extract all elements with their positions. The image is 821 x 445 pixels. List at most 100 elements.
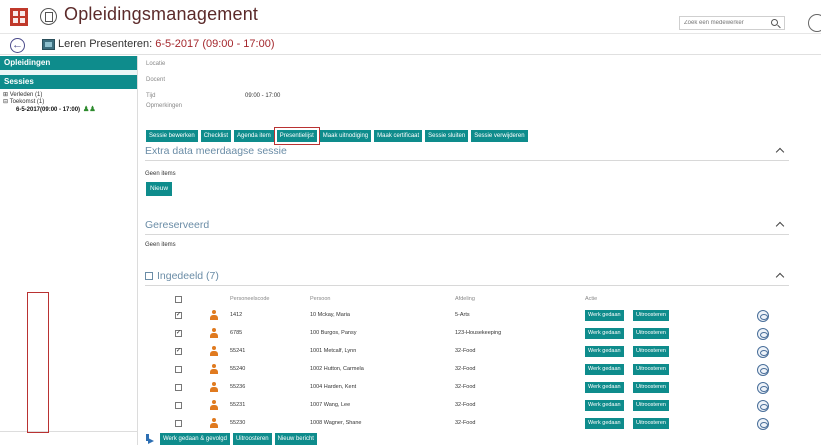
- row-dept: 32-Food: [455, 420, 476, 426]
- werk-gedaan-gevolgd-button[interactable]: Werk gedaan & gevolgd: [160, 433, 230, 445]
- row-dept: 32-Food: [455, 402, 476, 408]
- ingedeeld-title-text[interactable]: Ingedeeld (7): [157, 270, 219, 282]
- tree-item-verleden[interactable]: ⊞ Verleden (1): [0, 92, 137, 99]
- tree-item-active-label[interactable]: 6-5-2017(09:00 - 17:00): [16, 107, 80, 113]
- locatie-label: Locatie: [146, 61, 166, 67]
- globe-icon[interactable]: [757, 382, 769, 394]
- maak-uitnodiging-button[interactable]: Maak uitnodiging: [319, 130, 372, 142]
- section-ingedeeld-title[interactable]: Ingedeeld (7): [145, 270, 219, 282]
- table-row: ✓ 6785 100 Burgos, Pansy 123-Housekeeping We…: [140, 326, 821, 342]
- bottom-actions: Werk gedaan & gevolgd Uitroosteren Nieuw…: [145, 433, 317, 445]
- section-gereserveerd-title[interactable]: Gereserveerd: [145, 219, 209, 231]
- page-title-date: 6-5-2017 (09:00 - 17:00): [155, 38, 275, 50]
- globe-icon[interactable]: [757, 346, 769, 358]
- search-input[interactable]: [680, 17, 766, 29]
- row-person: 1008 Wagner, Shane: [310, 420, 362, 426]
- sidebar-sessies[interactable]: Sessies: [0, 75, 137, 89]
- row-code: 6785: [230, 330, 243, 336]
- search-icon[interactable]: [771, 19, 778, 26]
- werk-gedaan-button[interactable]: Werk gedaan: [585, 400, 624, 411]
- row-checkbox[interactable]: [175, 366, 182, 373]
- row-dept: 32-Food: [455, 366, 476, 372]
- table-row: ✓ 1412 10 Mckay, Maria 5-Arts Werk gedaan Uit…: [140, 308, 821, 324]
- gereserveerd-empty-text: Geen items: [145, 242, 176, 248]
- uitroosteren-button[interactable]: Uitroosteren: [633, 310, 669, 321]
- person-icon: [210, 310, 218, 321]
- sessie-sluiten-button[interactable]: Sessie sluiten: [425, 130, 469, 142]
- maak-certificaat-button[interactable]: Maak certificaat: [374, 130, 423, 142]
- sidebar: Opleidingen Sessies ⊞ Verleden (1) ⊟ Toe…: [0, 56, 138, 445]
- row-code: 55230: [230, 420, 246, 426]
- collapse-ingedeeld-chevron-icon[interactable]: [776, 271, 785, 280]
- row-checkbox[interactable]: ✓: [175, 312, 182, 319]
- row-checkbox[interactable]: ✓: [175, 348, 182, 355]
- session-toolbar: Sessie bewerken Checklist Agenda item Pr…: [146, 127, 528, 145]
- uitroosteren-button[interactable]: Uitroosteren: [633, 328, 669, 339]
- globe-icon[interactable]: [757, 310, 769, 322]
- werk-gedaan-button[interactable]: Werk gedaan: [585, 382, 624, 393]
- werk-gedaan-button[interactable]: Werk gedaan: [585, 418, 624, 429]
- sidebar-opleidingen[interactable]: Opleidingen: [0, 56, 137, 70]
- collapse-extra-chevron-icon[interactable]: [776, 146, 785, 155]
- tree-item-toekomst[interactable]: ⊟ Toekomst (1): [0, 99, 137, 106]
- werk-gedaan-button[interactable]: Werk gedaan: [585, 328, 624, 339]
- sessie-verwijderen-button[interactable]: Sessie verwijderen: [471, 130, 528, 142]
- person-icon: [210, 400, 218, 411]
- row-person: 1004 Harden, Kent: [310, 384, 357, 390]
- globe-icon[interactable]: [757, 364, 769, 376]
- uitroosteren-bulk-button[interactable]: Uitroosteren: [232, 433, 272, 445]
- tijd-label: Tijd: [146, 93, 156, 99]
- row-code: 55236: [230, 384, 246, 390]
- extra-empty-text: Geen items: [145, 171, 176, 177]
- nieuw-button[interactable]: Nieuw: [146, 182, 173, 196]
- sessie-bewerken-button[interactable]: Sessie bewerken: [146, 130, 198, 142]
- checklist-button[interactable]: Checklist: [200, 130, 232, 142]
- row-checkbox[interactable]: [175, 402, 182, 409]
- werk-gedaan-button[interactable]: Werk gedaan: [585, 364, 624, 375]
- werk-gedaan-button[interactable]: Werk gedaan: [585, 310, 624, 321]
- tree-item-active-session[interactable]: 6-5-2017(09:00 - 17:00) ♟♟: [0, 106, 137, 114]
- nieuw-bericht-button[interactable]: Nieuw bericht: [274, 433, 317, 445]
- ingedeeld-section-checkbox[interactable]: [145, 272, 153, 280]
- presentielijst-button[interactable]: Presentielijst: [273, 127, 320, 145]
- row-dept: 32-Food: [455, 384, 476, 390]
- row-dept: 5-Arts: [455, 312, 470, 318]
- row-checkbox[interactable]: ✓: [175, 330, 182, 337]
- app-menu-icon[interactable]: [10, 8, 28, 26]
- row-dept: 32-Food: [455, 348, 476, 354]
- globe-icon[interactable]: [757, 418, 769, 430]
- top-bar: Opleidingsmanagement: [0, 0, 821, 34]
- row-person: 1001 Metcalf, Lynn: [310, 348, 357, 354]
- agenda-item-button[interactable]: Agenda item: [234, 130, 274, 142]
- row-person: 1002 Hutton, Carmela: [310, 366, 364, 372]
- row-checkbox[interactable]: [175, 420, 182, 427]
- table-row: 55236 1004 Harden, Kent 32-Food Werk gedaan…: [140, 380, 821, 396]
- power-icon[interactable]: [808, 14, 821, 32]
- app-title: Opleidingsmanagement: [64, 4, 259, 24]
- section-gereserveerd-divider: [145, 234, 789, 235]
- section-ingedeeld-divider: [145, 285, 789, 286]
- collapse-gereserveerd-chevron-icon[interactable]: [776, 220, 785, 229]
- globe-icon[interactable]: [757, 328, 769, 340]
- header-afdeling: Afdeling: [455, 296, 475, 302]
- row-checkbox[interactable]: [175, 384, 182, 391]
- table-row: ✓ 55241 1001 Metcalf, Lynn 32-Food Werk geda…: [140, 344, 821, 360]
- uitroosteren-button[interactable]: Uitroosteren: [633, 364, 669, 375]
- back-arrow-icon[interactable]: ←: [10, 38, 25, 53]
- uitroosteren-button[interactable]: Uitroosteren: [633, 382, 669, 393]
- select-all-checkbox[interactable]: [175, 296, 182, 303]
- uitroosteren-button[interactable]: Uitroosteren: [633, 400, 669, 411]
- person-icon: [210, 346, 218, 357]
- row-person: 10 Mckay, Maria: [310, 312, 350, 318]
- section-extra-title[interactable]: Extra data meerdaagse sessie: [145, 145, 287, 157]
- page-title: Leren Presenteren: 6-5-2017 (09:00 - 17:…: [58, 38, 274, 50]
- uitroosteren-button[interactable]: Uitroosteren: [633, 346, 669, 357]
- werk-gedaan-button[interactable]: Werk gedaan: [585, 346, 624, 357]
- session-icon: [42, 39, 55, 50]
- uitroosteren-button[interactable]: Uitroosteren: [633, 418, 669, 429]
- globe-icon[interactable]: [757, 400, 769, 412]
- table-row: 55240 1002 Hutton, Carmela 32-Food Werk ged…: [140, 362, 821, 378]
- people-icon: ♟♟: [83, 106, 96, 113]
- header-actie: Actie: [585, 296, 598, 302]
- search-box[interactable]: [679, 16, 785, 30]
